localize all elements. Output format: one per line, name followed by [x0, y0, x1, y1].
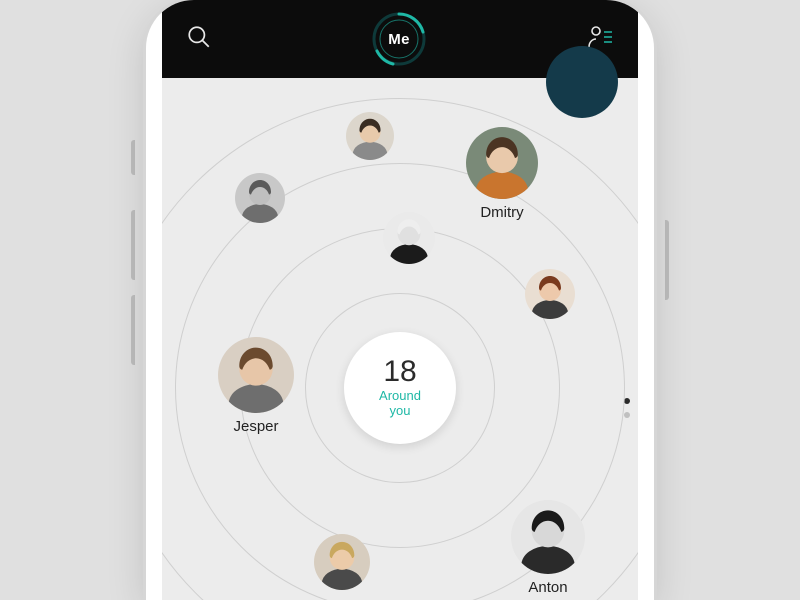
search-icon[interactable] — [186, 24, 212, 55]
avatar[interactable] — [511, 500, 585, 574]
avatar[interactable] — [525, 269, 575, 319]
nearby-label: Aroundyou — [379, 389, 421, 419]
person-anton[interactable]: Anton — [511, 500, 585, 596]
center-hub[interactable]: 18 Aroundyou — [344, 332, 456, 444]
person-p5[interactable] — [235, 173, 285, 223]
avatar[interactable] — [314, 534, 370, 590]
logo-text: Me — [388, 31, 409, 48]
person-p8[interactable] — [314, 534, 370, 590]
person-p6[interactable] — [383, 212, 435, 264]
nearby-count: 18 — [383, 357, 416, 387]
person-name: Anton — [528, 579, 567, 596]
person-dmitry[interactable]: Dmitry — [466, 127, 538, 221]
avatar[interactable] — [383, 212, 435, 264]
screen: Me Jesper — [162, 0, 638, 600]
app-logo[interactable]: Me — [371, 11, 427, 67]
person-jesper[interactable]: Jesper — [218, 337, 294, 435]
person-p7[interactable] — [525, 269, 575, 319]
avatar[interactable] — [235, 173, 285, 223]
avatar-partial[interactable] — [546, 46, 618, 118]
phone-frame: Me Jesper — [146, 0, 654, 600]
person-p4[interactable] — [346, 112, 394, 160]
avatar[interactable] — [466, 127, 538, 199]
avatar[interactable] — [218, 337, 294, 413]
radar-view[interactable]: Jesper Dmitry Anton 18 Aroundyou — [162, 78, 638, 600]
person-name: Dmitry — [480, 204, 523, 221]
person-name: Jesper — [233, 418, 278, 435]
avatar[interactable] — [346, 112, 394, 160]
